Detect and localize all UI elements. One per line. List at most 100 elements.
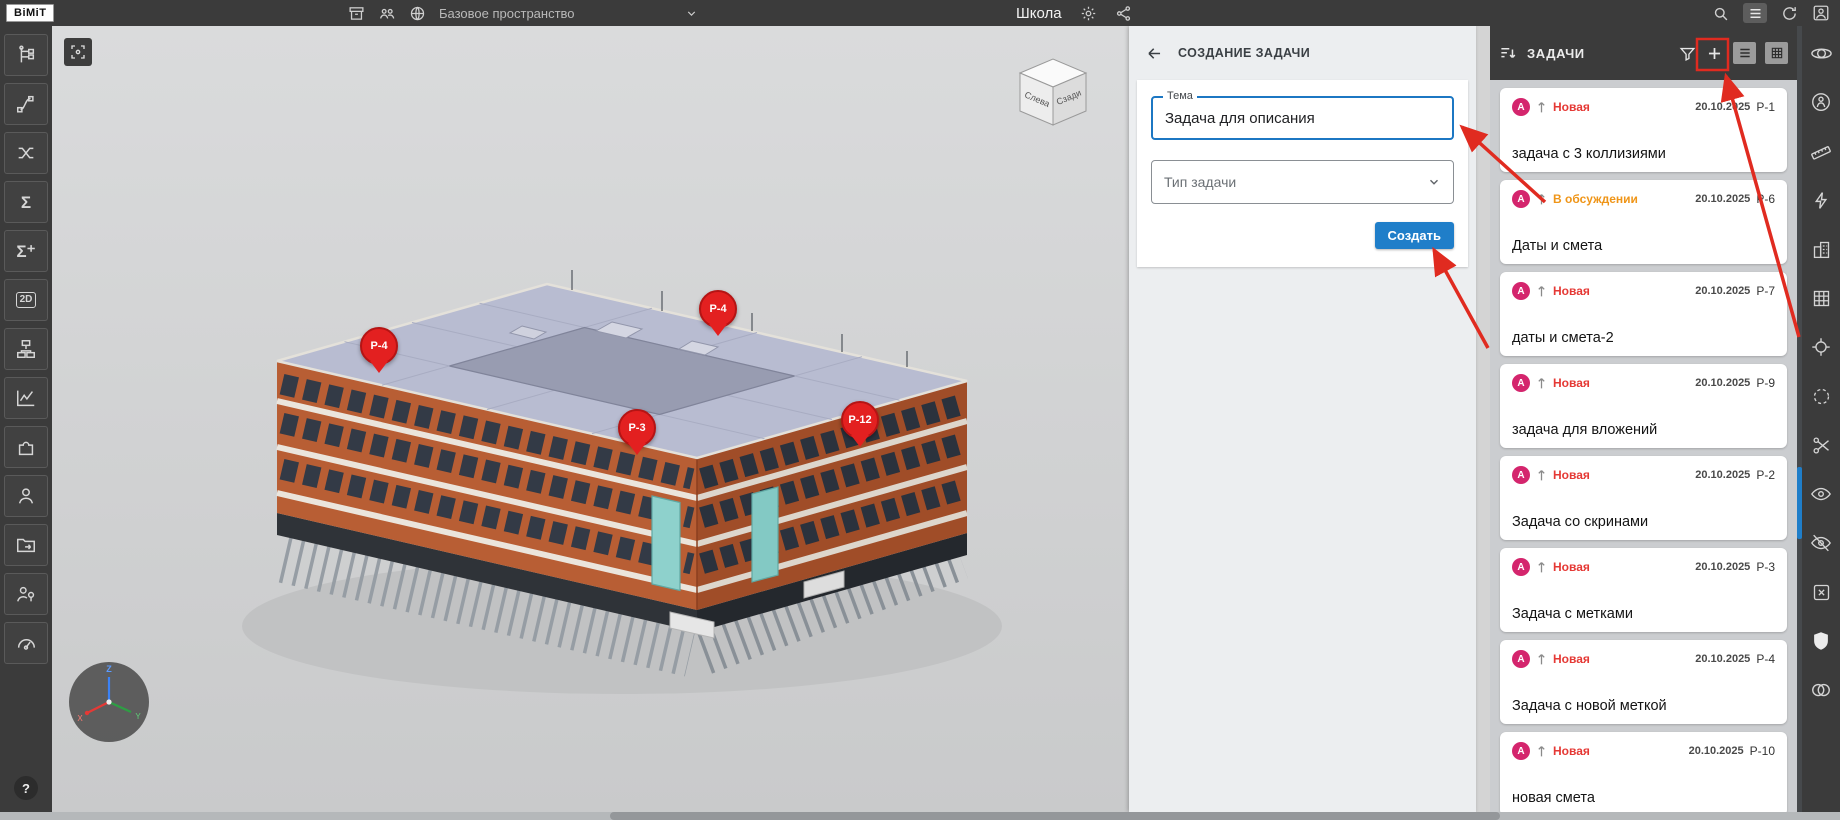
workspace-selector[interactable]: Базовое пространство	[439, 6, 698, 21]
task-title: Задача с метками	[1512, 606, 1775, 622]
task-card[interactable]: A Новая 20.10.2025 P-9 задача для вложен…	[1500, 364, 1787, 448]
sidebar-button-2d-view[interactable]: 2D	[4, 279, 48, 321]
toolbar-button-walk-mode[interactable]	[1806, 87, 1836, 117]
share-icon[interactable]	[1115, 5, 1132, 22]
section-cut-icon	[1811, 435, 1832, 456]
profile-icon[interactable]	[1812, 4, 1830, 22]
task-status: В обсуждении	[1553, 192, 1638, 206]
sidebar-button-hierarchy[interactable]	[4, 328, 48, 370]
task-pin[interactable]: P-4	[699, 290, 737, 328]
toolbar-button-section-cut[interactable]	[1806, 430, 1836, 460]
building-model-3d[interactable]	[52, 26, 1129, 812]
create-task-form: Тема Задача для описания Тип задачи Созд…	[1137, 80, 1468, 267]
task-date: 20.10.2025	[1689, 745, 1744, 757]
settings-gear-icon[interactable]	[1080, 5, 1097, 22]
toolbar-button-measure[interactable]	[1806, 136, 1836, 166]
priority-icon	[1536, 377, 1547, 390]
sort-icon[interactable]	[1499, 44, 1518, 63]
toolbar-button-grid-view[interactable]	[1806, 283, 1836, 313]
task-pin[interactable]: P-4	[360, 327, 398, 365]
sidebar-button-sum[interactable]: Σ	[4, 181, 48, 223]
spaces-globe-icon[interactable]	[409, 5, 426, 22]
point-graph-icon	[15, 93, 37, 115]
horizontal-scrollbar-thumb[interactable]	[610, 812, 1500, 820]
sidebar-button-gauge[interactable]	[4, 622, 48, 664]
hide-element-icon	[1810, 532, 1832, 554]
task-card[interactable]: A Новая 20.10.2025 P-10 новая смета	[1500, 732, 1787, 812]
toolbar-button-clear-selection[interactable]	[1806, 577, 1836, 607]
task-status: Новая	[1553, 560, 1590, 574]
sidebar-button-model-tree[interactable]	[4, 34, 48, 76]
task-id: P-2	[1756, 468, 1775, 482]
create-button[interactable]: Создать	[1375, 222, 1454, 249]
filter-icon[interactable]	[1679, 45, 1696, 62]
tasks-list: A Новая 20.10.2025 P-1 задача с 3 коллиз…	[1490, 80, 1797, 812]
toolbar-button-compare[interactable]	[1806, 675, 1836, 705]
sidebar-button-user-location[interactable]	[4, 573, 48, 615]
task-status: Новая	[1553, 468, 1590, 482]
task-status: Новая	[1553, 652, 1590, 666]
fit-view-button[interactable]	[64, 38, 92, 66]
table-view-icon[interactable]	[1765, 42, 1788, 64]
task-card[interactable]: A Новая 20.10.2025 P-1 задача с 3 коллиз…	[1500, 88, 1787, 172]
horizontal-scrollbar[interactable]	[0, 812, 1840, 820]
add-task-icon[interactable]	[1705, 44, 1724, 63]
priority-icon	[1536, 285, 1547, 298]
sidebar-button-sum-add[interactable]: Σ⁺	[4, 230, 48, 272]
sidebar-button-users[interactable]	[4, 475, 48, 517]
help-button[interactable]: ?	[14, 776, 38, 800]
navigation-gizmo[interactable]: Z X Y	[67, 660, 151, 744]
refresh-icon[interactable]	[1781, 5, 1798, 22]
task-card[interactable]: A Новая 20.10.2025 P-4 Задача с новой ме…	[1500, 640, 1787, 724]
avatar: A	[1512, 558, 1530, 576]
clash-icon	[1811, 190, 1832, 211]
task-date: 20.10.2025	[1695, 653, 1750, 665]
task-title: Задача с новой меткой	[1512, 698, 1775, 714]
sum-add-icon: Σ⁺	[16, 243, 35, 260]
task-id: P-6	[1756, 192, 1775, 206]
task-title: задача для вложений	[1512, 422, 1775, 438]
sidebar-button-plugins[interactable]	[4, 426, 48, 468]
task-card[interactable]: A Новая 20.10.2025 P-3 Задача с метками	[1500, 548, 1787, 632]
task-title: задача с 3 коллизиями	[1512, 146, 1775, 162]
sidebar-button-point-graph[interactable]	[4, 83, 48, 125]
toolbar-button-structure[interactable]	[1806, 234, 1836, 264]
sum-icon: Σ	[21, 194, 31, 211]
task-card[interactable]: A Новая 20.10.2025 P-2 Задача со скринам…	[1500, 456, 1787, 540]
viewport-3d[interactable]: Слева Сзади Z X Y P-4 P-4 P-3 P-12	[52, 26, 1129, 812]
theme-input[interactable]: Тема Задача для описания	[1151, 96, 1454, 140]
task-pin[interactable]: P-3	[618, 409, 656, 447]
task-id: P-10	[1750, 744, 1775, 758]
view-cube[interactable]: Слева Сзади	[1007, 46, 1099, 134]
toolbar-button-clash[interactable]	[1806, 185, 1836, 215]
toolbar-button-hide-element[interactable]	[1806, 528, 1836, 558]
task-type-placeholder: Тип задачи	[1164, 174, 1236, 190]
board-view-icon[interactable]	[1733, 42, 1756, 64]
sidebar-button-chart[interactable]	[4, 377, 48, 419]
toolbar-button-focus-target[interactable]	[1806, 332, 1836, 362]
back-arrow-icon[interactable]	[1145, 44, 1164, 63]
search-icon[interactable]	[1712, 5, 1729, 22]
task-type-select[interactable]: Тип задачи	[1151, 160, 1454, 204]
team-icon[interactable]	[378, 5, 396, 22]
toolbar-button-protect[interactable]	[1806, 626, 1836, 656]
avatar: A	[1512, 742, 1530, 760]
task-id: P-4	[1756, 652, 1775, 666]
toolbar-button-orbit[interactable]	[1806, 38, 1836, 68]
fit-view-icon	[69, 43, 87, 61]
task-pin[interactable]: P-12	[841, 401, 879, 439]
sidebar-button-connections[interactable]	[4, 132, 48, 174]
toolbar-button-show-element[interactable]	[1806, 479, 1836, 509]
tasks-panel: ЗАДАЧИ A Новая 20.10.2025 P-1	[1490, 26, 1797, 812]
sidebar-button-shared-folder[interactable]	[4, 524, 48, 566]
create-task-panel-title: СОЗДАНИЕ ЗАДАЧИ	[1178, 46, 1310, 60]
task-status: Новая	[1553, 284, 1590, 298]
task-date: 20.10.2025	[1695, 469, 1750, 481]
avatar: A	[1512, 190, 1530, 208]
archive-icon[interactable]	[348, 5, 365, 22]
theme-input-value: Задача для описания	[1165, 110, 1315, 127]
list-view-icon[interactable]	[1743, 3, 1767, 23]
toolbar-button-sphere[interactable]	[1806, 381, 1836, 411]
task-card[interactable]: A В обсуждении 20.10.2025 P-6 Даты и сме…	[1500, 180, 1787, 264]
task-card[interactable]: A Новая 20.10.2025 P-7 даты и смета-2	[1500, 272, 1787, 356]
